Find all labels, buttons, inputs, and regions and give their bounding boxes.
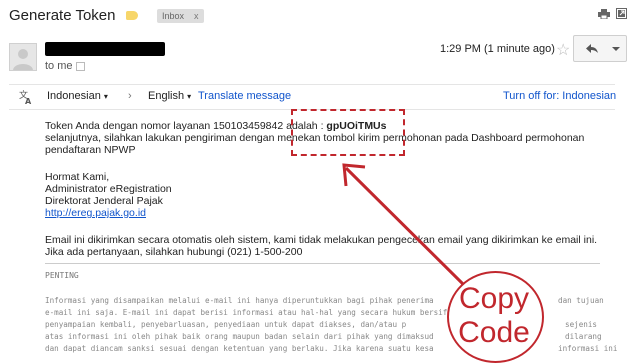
- disclaimer-line-2: e-mail ini saja. E-mail ini dapat berisi…: [45, 308, 448, 317]
- sender-avatar[interactable]: [9, 43, 37, 71]
- disclaimer-line-1-end: dan tujuan: [558, 296, 604, 305]
- reply-arrow-icon: [586, 44, 598, 53]
- more-actions-button[interactable]: [606, 35, 627, 62]
- sender-name[interactable]: e••••••••••••••••••••••••••: [45, 42, 165, 56]
- callout-line-1: Copy: [458, 282, 530, 315]
- chevron-right-icon: ›: [128, 90, 132, 102]
- target-language-select[interactable]: English ▾: [148, 90, 191, 102]
- disclaimer-line-4: atas informasi ini oleh pihak baik orang…: [45, 332, 434, 341]
- disclaimer-line-3: penyampaian kembali, penyebarluasan, pen…: [45, 320, 407, 329]
- target-language-label: English: [148, 90, 185, 102]
- reply-button[interactable]: [573, 35, 608, 62]
- disclaimer-line-4-end: dilarang: [565, 332, 602, 341]
- important-label-icon[interactable]: [126, 11, 138, 20]
- auto-notice-line-1: Email ini dikirimkan secara otomatis ole…: [45, 234, 598, 246]
- remove-label-icon[interactable]: x: [194, 11, 199, 21]
- translate-message-link[interactable]: Translate message: [198, 90, 291, 102]
- recipient-line: to me: [45, 60, 85, 72]
- recipient-text: to me: [45, 60, 73, 72]
- chevron-down-icon: [612, 47, 620, 51]
- signature-url-link[interactable]: http://ereg.pajak.go.id: [45, 207, 146, 219]
- instruction-line-2: pendaftaran NPWP: [45, 144, 136, 156]
- open-new-window-icon[interactable]: [616, 8, 627, 19]
- source-language-select[interactable]: Indonesian ▾: [47, 90, 108, 102]
- disclaimer-line-3-end: sejenis: [565, 320, 598, 329]
- auto-notice-line-2: Jika ada pertanyaan, silahkan hubungi (0…: [45, 246, 303, 258]
- inbox-label-chip[interactable]: Inbox x: [157, 9, 204, 23]
- token-highlight-box: [291, 109, 405, 156]
- greeting: Hormat Kami,: [45, 171, 110, 183]
- copy-code-callout-text: Copy Code: [447, 282, 541, 350]
- translate-bar: 文 A Indonesian ▾ › English ▾ Translate m…: [9, 84, 616, 110]
- translate-icon: 文 A: [19, 89, 32, 104]
- email-subject: Generate Token: [9, 7, 116, 24]
- redacted-sender: e••••••••••••••••••••••••••: [45, 42, 165, 56]
- print-icon[interactable]: [598, 9, 610, 19]
- penting-heading: PENTING: [45, 271, 79, 280]
- divider: [45, 263, 600, 264]
- show-details-icon[interactable]: [75, 61, 85, 71]
- disclaimer-line-1: Informasi yang disampaikan melalui e-mai…: [45, 296, 434, 305]
- star-icon[interactable]: ☆: [556, 40, 570, 60]
- disclaimer-line-5-end: informasi ini: [558, 344, 618, 353]
- default-avatar-icon: [13, 49, 33, 70]
- token-line-text: Token Anda dengan nomor layanan 15010345…: [45, 120, 327, 132]
- signature-line-1: Administrator eRegistration: [45, 183, 172, 195]
- signature-line-2: Direktorat Jenderal Pajak: [45, 195, 163, 207]
- turn-off-translate-link[interactable]: Turn off for: Indonesian: [503, 90, 616, 102]
- message-time: 1:29 PM (1 minute ago): [440, 43, 555, 55]
- callout-line-2: Code: [458, 316, 530, 349]
- disclaimer-line-5: dan dapat diancam sanksi sesuai dengan k…: [45, 344, 434, 353]
- source-language-label: Indonesian: [47, 90, 101, 102]
- inbox-label-text: Inbox: [162, 11, 185, 21]
- svg-text:A: A: [25, 97, 32, 104]
